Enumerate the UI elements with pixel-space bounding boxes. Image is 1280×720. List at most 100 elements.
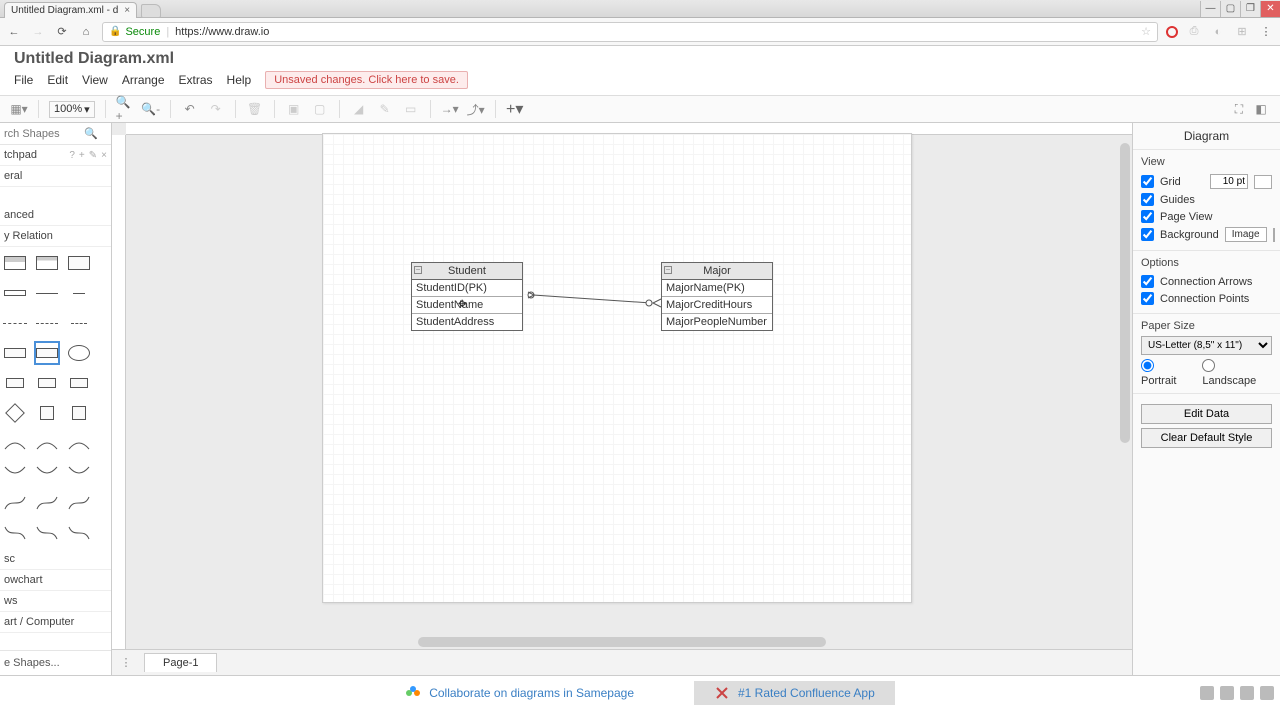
entity-row[interactable]: MajorPeopleNumber: [662, 314, 772, 330]
conn-arrows-checkbox[interactable]: [1141, 275, 1154, 288]
unsaved-changes-button[interactable]: Unsaved changes. Click here to save.: [265, 71, 468, 89]
menu-edit[interactable]: Edit: [47, 73, 68, 87]
shape-c10[interactable]: [2, 521, 28, 545]
shape-table2[interactable]: [34, 251, 60, 275]
menu-help[interactable]: Help: [227, 73, 252, 87]
shape-c1[interactable]: [2, 431, 28, 455]
facebook-icon[interactable]: [1220, 686, 1234, 700]
menu-view[interactable]: View: [82, 73, 108, 87]
pageview-checkbox[interactable]: [1141, 210, 1154, 223]
redo-icon[interactable]: ↷: [207, 100, 225, 118]
menu-extras[interactable]: Extras: [179, 73, 213, 87]
shape-weak2[interactable]: [66, 401, 92, 425]
shape-c6[interactable]: [66, 461, 92, 485]
section-flowchart[interactable]: owchart: [0, 570, 111, 591]
section-misc[interactable]: sc: [0, 549, 111, 570]
landscape-option[interactable]: Landscape: [1202, 359, 1272, 387]
shape-c11[interactable]: [34, 521, 60, 545]
section-general[interactable]: eral: [0, 166, 111, 187]
to-back-icon[interactable]: ▢: [311, 100, 329, 118]
close-tab-icon[interactable]: ×: [124, 5, 130, 16]
format-panel-toggle-icon[interactable]: ◧: [1252, 100, 1270, 118]
back-button[interactable]: ←: [6, 24, 22, 40]
more-shapes-button[interactable]: e Shapes...: [0, 650, 111, 675]
page-tab-1[interactable]: Page-1: [144, 653, 217, 672]
portrait-radio[interactable]: [1141, 359, 1154, 372]
shape-c5[interactable]: [34, 461, 60, 485]
relationship-line[interactable]: [523, 289, 663, 309]
shape-diamond[interactable]: [2, 401, 28, 425]
shape-dashline2[interactable]: [34, 311, 60, 335]
view-dropdown[interactable]: ▦▾: [10, 100, 28, 118]
menu-file[interactable]: File: [14, 73, 33, 87]
shape-rect-selected[interactable]: [34, 341, 60, 365]
shape-row[interactable]: [2, 281, 28, 305]
shape-c12[interactable]: [66, 521, 92, 545]
zoom-level[interactable]: 100%▾: [49, 101, 95, 118]
browser-tab[interactable]: Untitled Diagram.xml - d ×: [4, 2, 137, 18]
background-checkbox[interactable]: [1141, 228, 1154, 241]
vertical-scrollbar[interactable]: [1120, 143, 1130, 443]
search-icon[interactable]: 🔍: [84, 127, 98, 140]
close-window-button[interactable]: ✕: [1260, 1, 1280, 17]
add-icon[interactable]: +: [79, 150, 85, 161]
shape-dashline3[interactable]: [66, 311, 92, 335]
section-advanced[interactable]: anced: [0, 187, 111, 226]
close-icon[interactable]: ×: [101, 150, 107, 161]
landscape-radio[interactable]: [1202, 359, 1215, 372]
background-image-button[interactable]: Image: [1225, 227, 1267, 242]
shape-dashline[interactable]: [2, 311, 28, 335]
browser-menu-icon[interactable]: ⋮: [1258, 24, 1274, 40]
shape-attr2[interactable]: [34, 371, 60, 395]
horizontal-scrollbar[interactable]: [418, 637, 826, 647]
ad-confluence[interactable]: #1 Rated Confluence App: [694, 681, 895, 705]
edit-data-button[interactable]: Edit Data: [1141, 404, 1272, 424]
line-color-icon[interactable]: ✎: [376, 100, 394, 118]
canvas-page[interactable]: − Student StudentID(PK) StudentName ✥ St…: [322, 133, 912, 603]
fill-color-icon[interactable]: ◢: [350, 100, 368, 118]
conn-points-checkbox[interactable]: [1141, 292, 1154, 305]
home-button[interactable]: ⌂: [78, 24, 94, 40]
shape-ellipse[interactable]: [66, 341, 92, 365]
fullscreen-icon[interactable]: ⛶: [1230, 100, 1248, 118]
shape-weak[interactable]: [34, 401, 60, 425]
canvas[interactable]: − Student StudentID(PK) StudentName ✥ St…: [112, 123, 1132, 675]
shape-c3[interactable]: [66, 431, 92, 455]
guides-checkbox[interactable]: [1141, 193, 1154, 206]
minimize-button[interactable]: —: [1200, 1, 1220, 17]
forward-button[interactable]: →: [30, 24, 46, 40]
url-field[interactable]: 🔒Secure | https://www.draw.io ☆: [102, 22, 1158, 42]
entity-row[interactable]: StudentName ✥: [412, 297, 522, 314]
section-arrows[interactable]: ws: [0, 591, 111, 612]
zoom-out-icon[interactable]: 🔍-: [142, 100, 160, 118]
undo-icon[interactable]: ↶: [181, 100, 199, 118]
bookmark-star-icon[interactable]: ☆: [1141, 25, 1151, 38]
shape-c8[interactable]: [34, 491, 60, 515]
shape-row2[interactable]: [34, 281, 60, 305]
entity-major-header[interactable]: − Major: [662, 263, 772, 280]
menu-arrange[interactable]: Arrange: [122, 73, 165, 87]
help-icon[interactable]: ?: [69, 150, 75, 161]
background-color-swatch[interactable]: [1273, 228, 1275, 242]
connection-icon[interactable]: →▾: [441, 100, 459, 118]
shape-attr3[interactable]: [66, 371, 92, 395]
shadow-icon[interactable]: ▭: [402, 100, 420, 118]
entity-row[interactable]: StudentID(PK): [412, 280, 522, 297]
grid-checkbox[interactable]: [1141, 175, 1154, 188]
youtube-icon[interactable]: [1200, 686, 1214, 700]
entity-major[interactable]: − Major MajorName(PK) MajorCreditHours M…: [661, 262, 773, 331]
ext-icon-3[interactable]: ⊞: [1234, 24, 1250, 40]
to-front-icon[interactable]: ▣: [285, 100, 303, 118]
entity-row[interactable]: MajorName(PK): [662, 280, 772, 297]
insert-icon[interactable]: +▾: [506, 100, 524, 118]
ad-samepage[interactable]: Collaborate on diagrams in Samepage: [385, 681, 654, 705]
scratchpad-section[interactable]: tchpad ? + ✎ ×: [0, 145, 111, 166]
github-icon[interactable]: [1260, 686, 1274, 700]
section-clipart[interactable]: art / Computer: [0, 612, 111, 633]
shape-table3[interactable]: [66, 251, 92, 275]
collapse-icon[interactable]: −: [414, 266, 422, 274]
grid-color-swatch[interactable]: [1254, 175, 1272, 189]
shape-c2[interactable]: [34, 431, 60, 455]
zoom-in-icon[interactable]: 🔍+: [116, 100, 134, 118]
clear-style-button[interactable]: Clear Default Style: [1141, 428, 1272, 448]
